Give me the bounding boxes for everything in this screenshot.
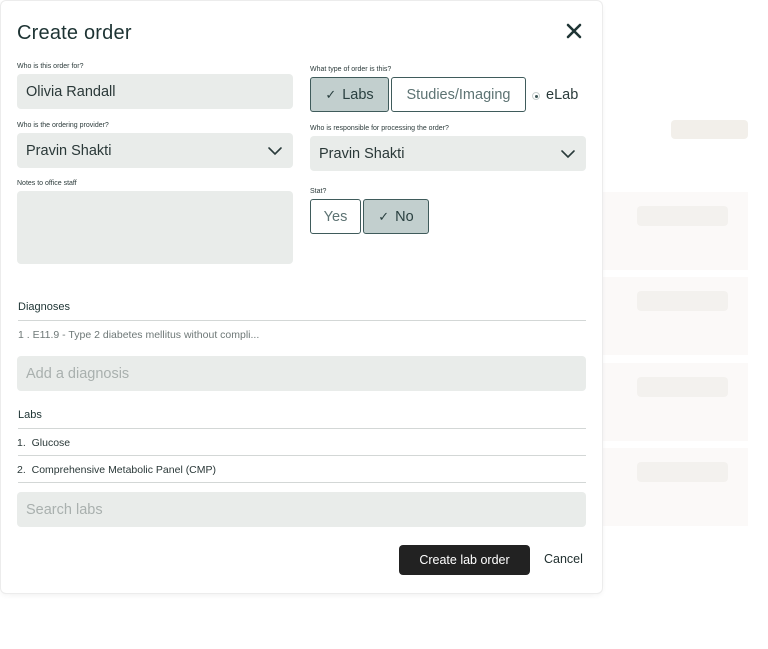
- order-type-studies-button[interactable]: Studies/Imaging: [391, 77, 526, 112]
- processing-value: Pravin Shakti: [319, 145, 405, 162]
- patient-value: Olivia Randall: [26, 83, 116, 100]
- background-placeholder: [671, 120, 748, 139]
- lab-index: 2.: [17, 464, 26, 476]
- order-type-studies-label: Studies/Imaging: [406, 86, 511, 103]
- lab-item[interactable]: 2. Comprehensive Metabolic Panel (CMP): [17, 464, 216, 476]
- lab-text: Comprehensive Metabolic Panel (CMP): [31, 464, 217, 476]
- stat-yes-button[interactable]: Yes: [310, 199, 361, 234]
- close-button[interactable]: [564, 21, 584, 41]
- order-type-label: What type of order is this?: [310, 66, 392, 73]
- notes-textarea[interactable]: [17, 191, 293, 264]
- divider: [18, 455, 586, 456]
- elab-radio[interactable]: [532, 92, 540, 100]
- stat-no-label: No: [395, 208, 414, 225]
- lab-item[interactable]: 1. Glucose: [17, 437, 70, 449]
- background-card: [603, 277, 748, 355]
- ordering-provider-label: Who is the ordering provider?: [17, 122, 109, 129]
- search-labs-input[interactable]: Search labs: [17, 492, 586, 527]
- lab-index: 1.: [17, 437, 26, 449]
- divider: [18, 482, 586, 483]
- divider: [18, 320, 586, 321]
- background-card: [603, 448, 748, 526]
- divider: [18, 428, 586, 429]
- ordering-provider-value: Pravin Shakti: [26, 142, 112, 159]
- diagnosis-index: 1 .: [18, 329, 30, 341]
- notes-label: Notes to office staff: [17, 180, 77, 187]
- order-type-labs-button[interactable]: ✓ Labs: [310, 77, 389, 112]
- check-icon: ✓: [325, 86, 337, 102]
- create-order-dialog: Create order Who is this order for? Oliv…: [1, 1, 602, 593]
- background-card: [603, 363, 748, 441]
- create-lab-order-button[interactable]: Create lab order: [399, 545, 530, 575]
- patient-field[interactable]: Olivia Randall: [17, 74, 293, 109]
- add-diagnosis-input[interactable]: Add a diagnosis: [17, 356, 586, 391]
- close-icon[interactable]: [564, 21, 584, 41]
- order-type-labs-label: Labs: [342, 86, 374, 103]
- stat-label: Stat?: [310, 188, 327, 195]
- labs-heading: Labs: [18, 409, 42, 421]
- check-icon: ✓: [378, 208, 390, 224]
- elab-label: eLab: [546, 87, 579, 103]
- diagnoses-heading: Diagnoses: [18, 301, 70, 313]
- diagnosis-item[interactable]: 1 . E11.9 - Type 2 diabetes mellitus wit…: [18, 329, 259, 341]
- add-diagnosis-placeholder: Add a diagnosis: [26, 365, 130, 382]
- chevron-down-icon: [561, 149, 575, 158]
- stat-no-button[interactable]: ✓ No: [363, 199, 429, 234]
- search-labs-placeholder: Search labs: [26, 501, 103, 518]
- patient-label: Who is this order for?: [17, 63, 84, 70]
- processing-select[interactable]: Pravin Shakti: [310, 136, 586, 171]
- lab-text: Glucose: [31, 437, 71, 449]
- chevron-down-icon: [268, 146, 282, 155]
- dialog-title: Create order: [17, 22, 132, 44]
- background-card: [603, 192, 748, 270]
- cancel-button[interactable]: Cancel: [544, 552, 583, 566]
- ordering-provider-select[interactable]: Pravin Shakti: [17, 133, 293, 168]
- processing-label: Who is responsible for processing the or…: [310, 125, 449, 132]
- diagnosis-text: E11.9 - Type 2 diabetes mellitus without…: [32, 329, 260, 341]
- stat-yes-label: Yes: [323, 208, 348, 225]
